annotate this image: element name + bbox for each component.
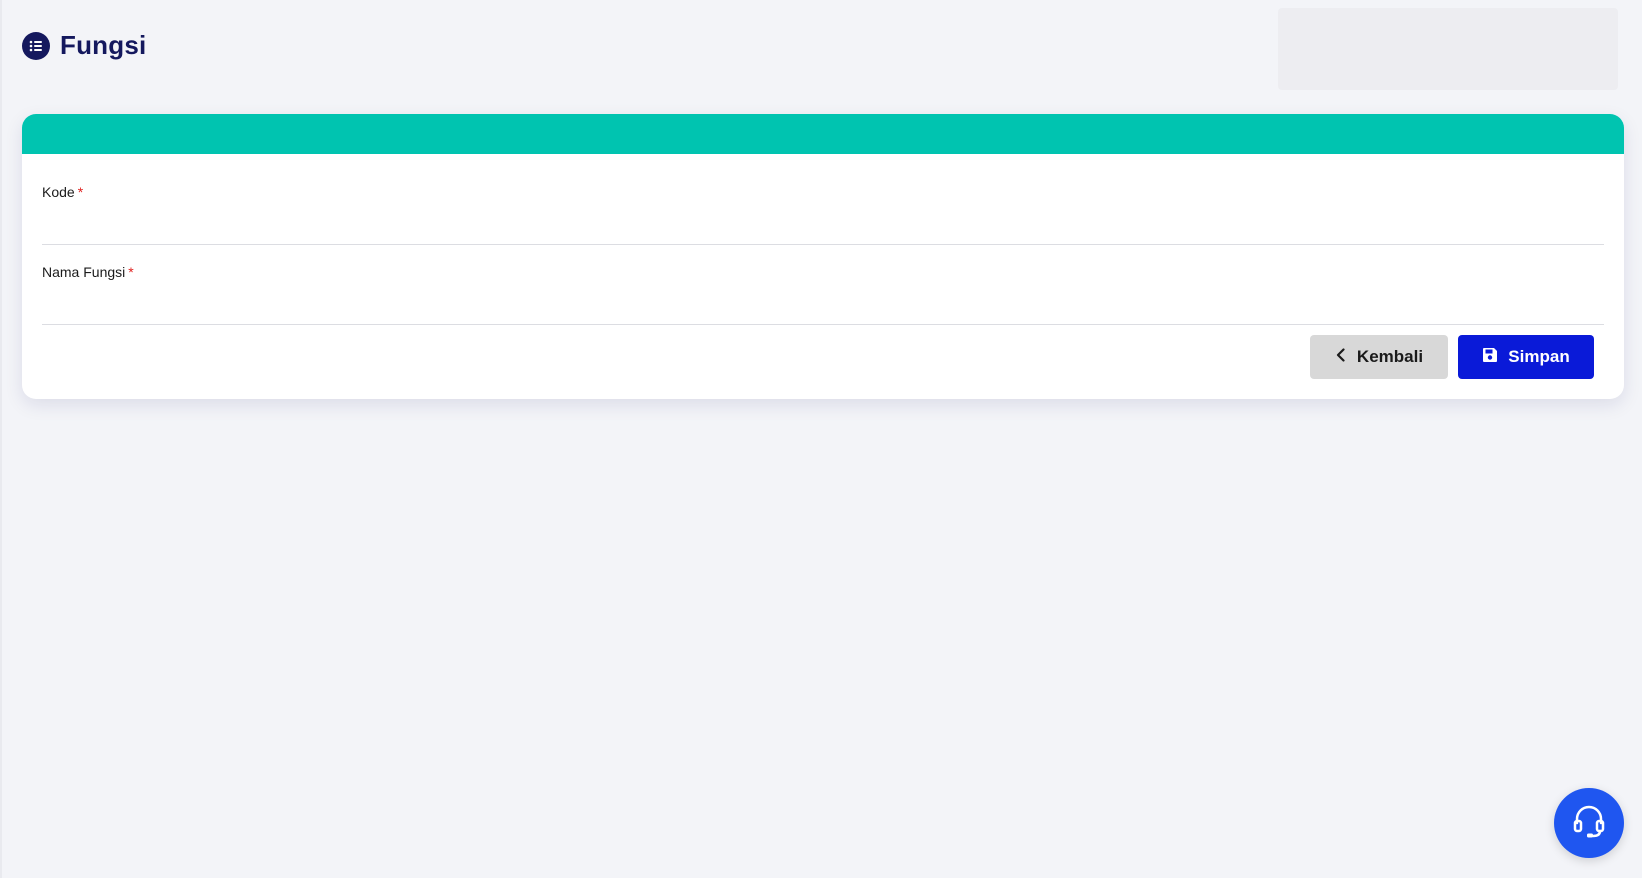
page-title: Fungsi [60, 30, 147, 60]
nama-fungsi-field: Nama Fungsi * [42, 264, 1604, 325]
save-button-label: Simpan [1508, 347, 1570, 366]
page: Fungsi Kode * Nama Fungsi * Kembali Simp… [0, 0, 1642, 878]
nama-fungsi-input[interactable] [42, 294, 1604, 325]
user-menu-placeholder [1278, 8, 1618, 90]
kode-field: Kode * [42, 184, 1604, 245]
back-button[interactable]: Kembali [1310, 335, 1448, 379]
kode-label: Kode * [42, 184, 84, 200]
page-header: Fungsi [22, 30, 146, 61]
required-indicator: * [128, 264, 134, 280]
list-icon [22, 31, 50, 60]
chevron-left-icon [1335, 347, 1347, 367]
required-indicator: * [77, 184, 84, 200]
nama-fungsi-label: Nama Fungsi * [42, 264, 134, 280]
back-button-label: Kembali [1356, 347, 1424, 366]
form-card: Kode * Nama Fungsi * Kembali Simpan [22, 114, 1624, 399]
form-actions: Kembali Simpan [1310, 335, 1594, 379]
support-chat-button[interactable] [1554, 788, 1624, 858]
kode-input[interactable] [42, 214, 1604, 245]
headset-icon [1570, 802, 1608, 845]
floppy-disk-icon [1482, 347, 1498, 368]
form-card-header [22, 114, 1624, 154]
save-button[interactable]: Simpan [1458, 335, 1594, 379]
